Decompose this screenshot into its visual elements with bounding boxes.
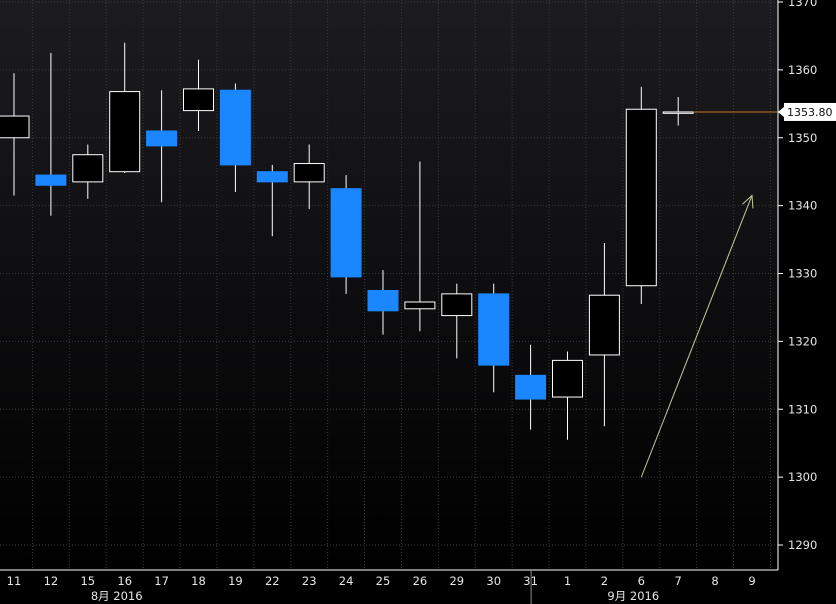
candle-body-down bbox=[219, 89, 251, 166]
y-tick-label: 1350 bbox=[788, 131, 817, 145]
candle-body-down bbox=[146, 130, 178, 147]
month-label: 9月 2016 bbox=[607, 589, 659, 603]
x-tick-label: 29 bbox=[449, 574, 464, 588]
candle-body-down bbox=[367, 289, 399, 312]
x-tick-label: 18 bbox=[191, 574, 206, 588]
y-tick-label: 1360 bbox=[788, 63, 817, 77]
candlestick-chart: 12901300131013201330134013501360137011 12… bbox=[0, 0, 836, 604]
candle-body-down bbox=[256, 171, 288, 183]
candle-body-up bbox=[662, 111, 694, 114]
x-tick-label: 9 bbox=[748, 574, 755, 588]
x-tick-label: 8 bbox=[711, 574, 718, 588]
month-label: 8月 2016 bbox=[91, 589, 143, 603]
x-tick-label: 15 bbox=[80, 574, 95, 588]
candle-body-up bbox=[404, 301, 436, 310]
candle-body-up bbox=[72, 154, 104, 183]
x-tick-label: 16 bbox=[117, 574, 132, 588]
y-tick-label: 1290 bbox=[788, 538, 817, 552]
candle-body-down bbox=[35, 174, 67, 186]
candle-body-up bbox=[109, 91, 141, 173]
chart-container: 1290 1300 1310 1320 1330 1340 1350 1360 1370 11 12… bbox=[0, 0, 836, 604]
x-tick-label: 23 bbox=[302, 574, 317, 588]
candle-body-down bbox=[478, 293, 510, 366]
x-tick-label: 24 bbox=[339, 574, 354, 588]
candle-body-up bbox=[293, 163, 325, 183]
candle-body-up bbox=[552, 359, 583, 398]
current-price-label: 1353.80 bbox=[787, 106, 833, 119]
x-tick-label: 19 bbox=[228, 574, 243, 588]
x-tick-label: 7 bbox=[675, 574, 682, 588]
x-tick-label: 2 bbox=[601, 574, 608, 588]
x-tick-label: 22 bbox=[265, 574, 280, 588]
x-tick-label: 11 bbox=[7, 574, 22, 588]
x-tick-label: 26 bbox=[413, 574, 428, 588]
candle-body-up bbox=[588, 294, 620, 356]
candle bbox=[625, 86, 657, 305]
y-tick-label: 1300 bbox=[788, 470, 817, 484]
y-tick-label: 1320 bbox=[788, 334, 817, 348]
x-tick-label: 25 bbox=[376, 574, 391, 588]
x-tick-label: 12 bbox=[44, 574, 59, 588]
y-tick-label: 1370 bbox=[788, 0, 817, 9]
candle bbox=[330, 175, 362, 294]
candle-body-down bbox=[515, 374, 547, 400]
candle-body-up bbox=[183, 88, 214, 112]
y-tick-label: 1340 bbox=[788, 199, 817, 213]
candle-body-up bbox=[0, 115, 30, 139]
y-tick-label: 1310 bbox=[788, 402, 817, 416]
candle-body-down bbox=[330, 188, 362, 278]
x-tick-label: 17 bbox=[154, 574, 169, 588]
x-tick-label: 30 bbox=[486, 574, 501, 588]
x-tick-label: 1 bbox=[564, 574, 571, 588]
x-tick-label: 6 bbox=[638, 574, 645, 588]
y-tick-label: 1330 bbox=[788, 267, 817, 281]
plot-area bbox=[0, 0, 778, 570]
candle-body-up bbox=[441, 293, 473, 317]
candle-body-up bbox=[625, 108, 657, 287]
